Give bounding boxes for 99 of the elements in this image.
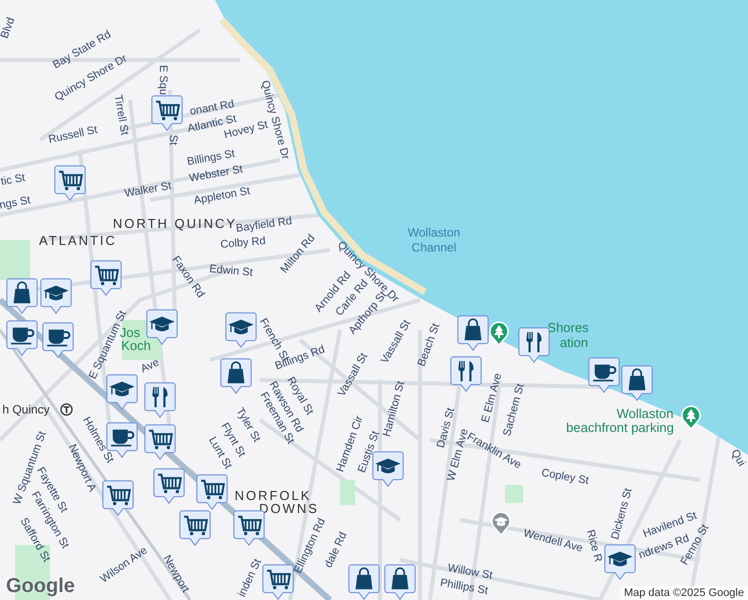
school-pin-icon [490, 510, 512, 536]
map-marker[interactable] [518, 327, 550, 364]
coffee-cup-icon [111, 430, 134, 446]
coffee-cup-icon [11, 328, 34, 344]
street-label: Qui [728, 448, 748, 468]
street-label: tic St [0, 172, 26, 188]
street-label: Blvd [0, 16, 18, 40]
map-marker[interactable] [153, 468, 185, 505]
park-label: Jos [120, 326, 140, 340]
district-label: NORFOLK [234, 488, 312, 504]
street-label: Bayfield Rd [235, 215, 293, 235]
map-marker[interactable] [588, 357, 620, 394]
map-marker[interactable] [348, 564, 380, 600]
shopping-cart-icon [238, 516, 262, 536]
park-pin-icon [680, 404, 702, 430]
coffee-cup-icon [47, 330, 70, 346]
graduation-cap-icon [43, 286, 69, 300]
map-marker[interactable] [106, 374, 138, 411]
fork-knife-icon [152, 387, 168, 408]
station-label: h Quincy [2, 403, 50, 417]
shopping-cart-icon [184, 516, 208, 536]
shopping-bag-icon [392, 567, 408, 590]
map-marker[interactable] [262, 564, 294, 600]
map-marker[interactable] [42, 322, 74, 359]
shopping-bag-icon [14, 281, 30, 304]
street-label: Wendell Ave [522, 527, 584, 555]
street-label: E Squ [156, 65, 170, 95]
park-label: beachfront parking [566, 420, 674, 436]
map-marker[interactable] [621, 365, 653, 402]
map-marker[interactable] [144, 424, 176, 461]
google-logo: Google [6, 575, 75, 598]
map-marker[interactable] [450, 356, 482, 393]
map-marker[interactable] [151, 95, 183, 132]
district-label: DOWNS [259, 502, 319, 516]
graduation-cap-icon [228, 320, 254, 334]
graduation-cap-icon [109, 382, 135, 396]
shopping-bag-icon [464, 318, 482, 340]
district-label: NORTH QUINCY [112, 216, 238, 231]
map-marker[interactable] [604, 544, 636, 581]
street-label: Ave [138, 356, 162, 376]
street-label: Tirrell St [112, 94, 130, 136]
water-label: Channel [412, 241, 456, 255]
shopping-cart-icon [107, 486, 131, 506]
street-label: Colby Rd [220, 235, 266, 251]
shopping-bag-icon [356, 567, 372, 590]
street-label: ngs St [0, 194, 32, 212]
map-marker[interactable] [54, 165, 86, 202]
shopping-bag-icon [628, 368, 646, 390]
shopping-cart-icon [149, 430, 173, 450]
street-label: Hamilton St [380, 380, 408, 438]
map-marker[interactable] [220, 358, 252, 395]
street-label: Beach St [416, 322, 442, 368]
street-label: inden St [236, 557, 264, 599]
park-label: Wollaston [616, 406, 674, 422]
street-label: Eustis St [356, 430, 382, 474]
shopping-cart-icon [158, 474, 182, 494]
graduation-cap-icon [149, 316, 175, 332]
street-label: dale Rd [322, 530, 350, 570]
street-label: Walker St [124, 180, 172, 200]
water-label: Wollaston [408, 226, 460, 240]
shopping-cart-icon [201, 480, 225, 500]
fork-knife-icon [526, 332, 542, 352]
map-marker[interactable] [196, 474, 228, 511]
graduation-cap-icon [375, 458, 401, 474]
map-marker[interactable] [225, 312, 257, 349]
street-label: Copley St [540, 466, 590, 488]
map-marker[interactable] [40, 278, 72, 315]
park-pin-icon [488, 320, 510, 346]
map-marker[interactable] [6, 320, 38, 357]
street-label: Edwin St [208, 263, 254, 279]
map-marker[interactable] [179, 510, 211, 547]
street-label: St [166, 134, 180, 146]
map-marker[interactable] [6, 278, 38, 315]
map-marker[interactable] [144, 382, 176, 419]
street-label: Appleton St [192, 185, 252, 207]
street-label: Russell St [48, 124, 98, 146]
map-attribution: Map data ©2025 Google [620, 586, 748, 600]
coffee-cup-icon [593, 364, 616, 382]
map-marker[interactable] [90, 260, 122, 297]
street-label: Phillips St [439, 576, 489, 598]
map-marker[interactable] [384, 564, 416, 600]
graduation-cap-icon [607, 552, 633, 566]
shopping-cart-icon [59, 170, 83, 190]
street-label: Dickens St [609, 487, 635, 541]
park-label: Koch [121, 338, 151, 354]
district-label: ATLANTIC [39, 234, 117, 248]
park-label: ation [560, 336, 588, 350]
transit-station-icon [60, 403, 73, 416]
street-label: Rice R [584, 528, 604, 564]
fork-knife-icon [458, 361, 474, 382]
shopping-cart-icon [156, 100, 180, 120]
map-marker[interactable] [372, 451, 404, 488]
map-marker[interactable] [457, 315, 489, 352]
park-label: Shores [547, 320, 589, 336]
map-marker[interactable] [102, 480, 134, 517]
shopping-cart-icon [95, 266, 119, 286]
shopping-cart-icon [267, 570, 291, 590]
shopping-bag-icon [228, 361, 244, 384]
street-label: Davis St [434, 406, 458, 450]
